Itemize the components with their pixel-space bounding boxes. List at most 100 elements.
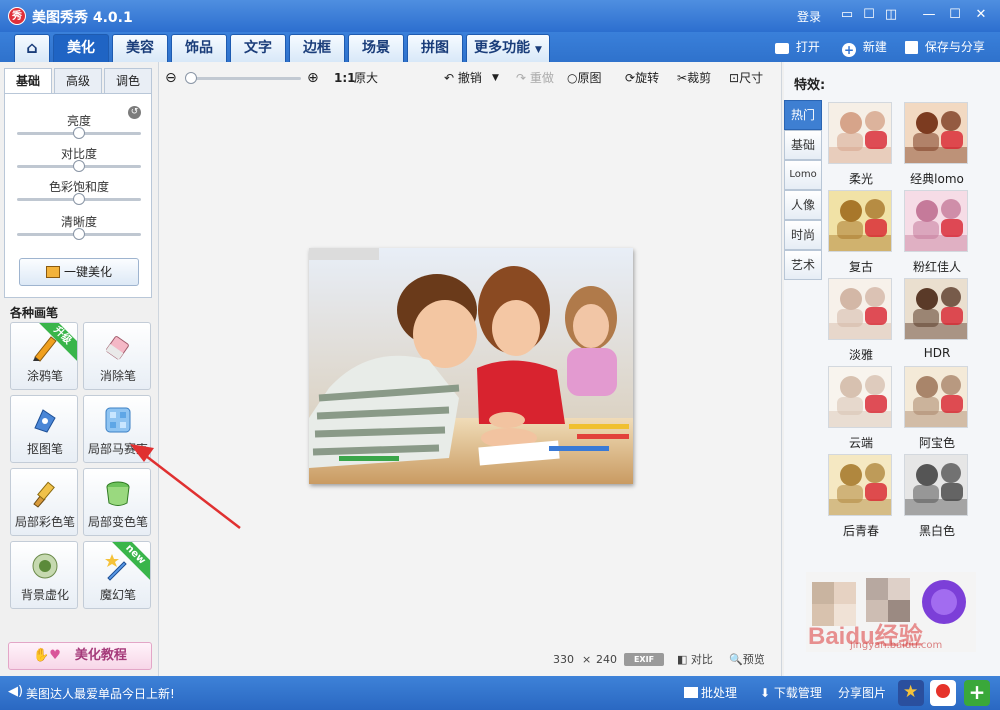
redo-label: 重做 bbox=[529, 71, 554, 85]
crop-button[interactable]: ✂裁剪 bbox=[677, 68, 711, 88]
category-basic[interactable]: 基础 bbox=[784, 130, 822, 160]
maximize-icon[interactable]: ☐ bbox=[946, 6, 964, 24]
subtab-advanced[interactable]: 高级 bbox=[54, 68, 102, 94]
saturation-slider[interactable] bbox=[17, 193, 141, 205]
category-fashion[interactable]: 时尚 bbox=[784, 220, 822, 250]
tab-collage[interactable]: 拼图 bbox=[407, 34, 463, 62]
effect-thumbnail bbox=[904, 454, 968, 516]
resize-button[interactable]: ⊡尺寸 bbox=[729, 68, 763, 88]
effect-item[interactable]: 经典lomo bbox=[904, 102, 970, 186]
add-icon[interactable]: + bbox=[964, 680, 990, 706]
tab-beautify[interactable]: 美化 bbox=[53, 34, 109, 62]
effect-label: 阿宝色 bbox=[918, 436, 955, 450]
home-tab[interactable]: ⌂ bbox=[14, 34, 50, 62]
zoom-out-icon[interactable]: ⊖ bbox=[165, 68, 177, 88]
brightness-slider[interactable] bbox=[17, 127, 141, 139]
crop-label: 裁剪 bbox=[687, 71, 712, 85]
effect-item[interactable]: 粉红佳人 bbox=[904, 190, 970, 274]
effect-item[interactable]: 黑白色 bbox=[904, 454, 970, 538]
slider-knob[interactable] bbox=[73, 160, 85, 172]
tab-accessories[interactable]: 饰品 bbox=[171, 34, 227, 62]
effect-item[interactable]: 柔光 bbox=[828, 102, 894, 186]
tab-frame[interactable]: 边框 bbox=[289, 34, 345, 62]
one-key-beautify-button[interactable]: 一键美化 bbox=[19, 258, 139, 286]
slider-knob[interactable] bbox=[73, 193, 85, 205]
save-share-label: 保存与分享 bbox=[924, 40, 985, 54]
undo-dropdown-icon[interactable]: ▼ bbox=[492, 68, 499, 88]
partial-recolor-brush-button[interactable]: 局部变色笔 bbox=[83, 468, 151, 536]
compare-button[interactable]: ◧ 对比 bbox=[677, 652, 713, 668]
tab-scene[interactable]: 场景 bbox=[348, 34, 404, 62]
status-bar: ◀) 美图达人最爱单品今日上新! 批处理 ⬇ 下载管理 分享图片 ★ + bbox=[0, 676, 1000, 710]
redo-button[interactable]: ↷ 重做 bbox=[516, 68, 554, 88]
original-size-button[interactable]: 原大 bbox=[354, 68, 378, 88]
undo-button[interactable]: ↶ 撤销 bbox=[444, 68, 482, 88]
zoom-slider[interactable] bbox=[185, 72, 301, 84]
preview-button[interactable]: 🔍预览 bbox=[729, 652, 765, 668]
edited-photo[interactable] bbox=[309, 248, 633, 484]
category-portrait[interactable]: 人像 bbox=[784, 190, 822, 220]
zoom-in-icon[interactable]: ⊕ bbox=[307, 68, 319, 88]
effect-item[interactable]: 后青春 bbox=[828, 454, 894, 538]
save-share-button[interactable]: 保存与分享 bbox=[905, 37, 985, 57]
effect-label: 后青春 bbox=[842, 524, 879, 538]
doodle-brush-button[interactable]: 升级 涂鸦笔 bbox=[10, 322, 78, 390]
skin-icon[interactable]: ◫ bbox=[882, 6, 900, 24]
category-hot[interactable]: 热门 bbox=[784, 100, 822, 130]
preview-label: 预览 bbox=[742, 653, 765, 666]
brush-label: 涂鸦笔 bbox=[26, 369, 63, 383]
image-height: 240 bbox=[596, 653, 617, 666]
effect-label: 黑白色 bbox=[918, 524, 955, 538]
magic-brush-button[interactable]: new 魔幻笔 bbox=[83, 541, 151, 609]
beautify-tutorial-button[interactable]: ✋♥ 美化教程 bbox=[8, 642, 152, 670]
effect-label: 淡雅 bbox=[848, 348, 873, 362]
contrast-slider[interactable] bbox=[17, 160, 141, 172]
effect-item[interactable]: 云端 bbox=[828, 366, 894, 450]
tab-text[interactable]: 文字 bbox=[230, 34, 286, 62]
eraser-brush-button[interactable]: 消除笔 bbox=[83, 322, 151, 390]
exif-button[interactable]: EXIF bbox=[624, 653, 664, 666]
feedback-icon[interactable]: ▭ bbox=[838, 6, 856, 24]
tab-more-label: 更多功能 bbox=[474, 40, 531, 56]
tab-face[interactable]: 美容 bbox=[112, 34, 168, 62]
mosaic-brush-button[interactable]: 局部马赛克 bbox=[83, 395, 151, 463]
effect-item[interactable]: 阿宝色 bbox=[904, 366, 970, 450]
category-art[interactable]: 艺术 bbox=[784, 250, 822, 280]
cutout-brush-button[interactable]: 抠图笔 bbox=[10, 395, 78, 463]
new-button[interactable]: + 新建 bbox=[842, 37, 887, 57]
subtab-basic[interactable]: 基础 bbox=[4, 68, 52, 94]
rotate-label: 旋转 bbox=[635, 71, 660, 85]
zoom-knob[interactable] bbox=[185, 72, 197, 84]
canvas-area: ⊖ ⊕ 1:1 原大 ↶ 撤销 ▼ ↷ 重做 ○原图 ⟳旋转 ✂裁剪 ⊡尺寸 3… bbox=[158, 62, 782, 676]
close-icon[interactable]: ✕ bbox=[972, 6, 990, 24]
status-message[interactable]: 美图达人最爱单品今日上新! bbox=[26, 685, 175, 702]
compare-icon: ◧ bbox=[677, 653, 688, 666]
minimize-icon[interactable]: — bbox=[920, 6, 938, 24]
ratio-button[interactable]: 1:1 bbox=[334, 68, 356, 88]
login-link[interactable]: 登录 bbox=[797, 8, 821, 25]
promo-banner[interactable]: Baidu经验 jingyan.baidu.com bbox=[806, 572, 976, 652]
message-icon[interactable]: ☐ bbox=[860, 6, 878, 24]
effect-item[interactable]: 复古 bbox=[828, 190, 894, 274]
rotate-button[interactable]: ⟳旋转 bbox=[625, 68, 659, 88]
weibo-icon[interactable] bbox=[930, 680, 956, 706]
star-icon[interactable]: ★ bbox=[898, 680, 924, 706]
effect-item[interactable]: HDR bbox=[904, 278, 970, 362]
effect-item[interactable]: 淡雅 bbox=[828, 278, 894, 362]
batch-button[interactable]: 批处理 bbox=[684, 684, 737, 702]
share-picture-button[interactable]: 分享图片 bbox=[838, 684, 886, 702]
slider-knob[interactable] bbox=[73, 228, 85, 240]
circle-icon: ○ bbox=[567, 71, 578, 85]
slider-knob[interactable] bbox=[73, 127, 85, 139]
tab-more[interactable]: 更多功能 ▼ bbox=[466, 34, 550, 62]
subtab-color[interactable]: 调色 bbox=[104, 68, 152, 94]
speaker-icon[interactable]: ◀) bbox=[8, 684, 23, 699]
open-button[interactable]: 打开 bbox=[775, 37, 820, 57]
sharpness-slider[interactable] bbox=[17, 228, 141, 240]
partial-color-brush-button[interactable]: 局部彩色笔 bbox=[10, 468, 78, 536]
category-lomo[interactable]: Lomo bbox=[784, 160, 822, 190]
image-width: 330 bbox=[553, 653, 574, 666]
background-blur-button[interactable]: 背景虚化 bbox=[10, 541, 78, 609]
download-manager-button[interactable]: ⬇ 下载管理 bbox=[760, 684, 822, 702]
original-image-button[interactable]: ○原图 bbox=[567, 68, 602, 88]
